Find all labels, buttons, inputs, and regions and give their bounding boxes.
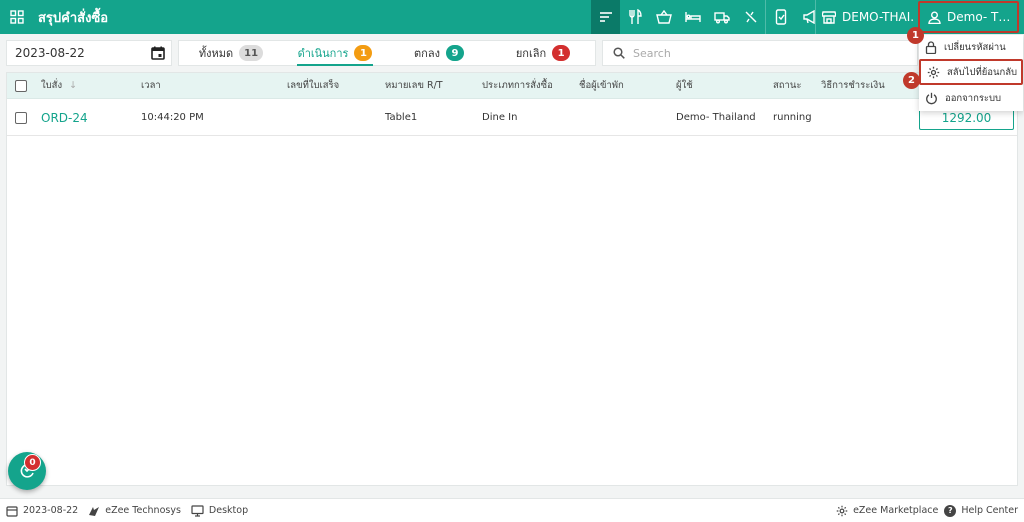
column-order-type: ประเภทการสั่งซื้อ (482, 80, 553, 91)
column-order[interactable]: ใบสั่ง ↓ (41, 73, 77, 99)
top-toolbar (591, 0, 824, 34)
footer-date-text: 2023-08-22 (23, 505, 79, 516)
change-password-item[interactable]: เปลี่ยนรหัสผ่าน (919, 35, 1023, 59)
column-rt-number: หมายเลข R/T (385, 80, 443, 91)
column-payment-method: วิธีการชำระเงิน (821, 80, 885, 91)
company-logo-icon (89, 506, 100, 516)
gear-icon (836, 505, 848, 516)
tab-label: ยกเลิก (515, 47, 547, 60)
footer-company-text: eZee Technosys (105, 505, 181, 516)
footer-bar: 2023-08-22 eZee Technosys Desktop eZee M… (0, 498, 1024, 522)
user-menu-button[interactable]: Demo- Thail... (918, 1, 1019, 33)
footer-device-text: Desktop (208, 505, 249, 516)
help-center-link[interactable]: ? Help Center (944, 504, 1018, 517)
help-icon: ? (944, 504, 957, 517)
gear-icon (927, 66, 940, 78)
store-name: DEMO-THAI... (842, 10, 914, 24)
status-tabs: ทั้งหมด 11 ดำเนินการ 1 ตกลง 9 ยกเลิก 1 (178, 40, 596, 66)
calendar-icon[interactable] (151, 46, 165, 60)
order-number-link[interactable]: ORD-24 (41, 100, 88, 136)
count-badge: 9 (445, 45, 464, 61)
order-status: running (773, 112, 812, 123)
footer-company: eZee Technosys (88, 505, 181, 517)
step-callout-1: 1 (907, 27, 924, 44)
tab-label: ตกลง (414, 47, 440, 60)
tab-running[interactable]: ดำเนินการ 1 (283, 41, 387, 66)
tab-label: ทั้งหมด (198, 47, 234, 60)
search-input[interactable] (633, 46, 893, 60)
rt-number: Table1 (385, 112, 418, 123)
no-charge-icon[interactable] (736, 0, 765, 34)
date-picker[interactable]: 2023-08-22 (6, 40, 172, 66)
column-receipt: เลขที่ใบเสร็จ (287, 80, 340, 91)
marketplace-text: eZee Marketplace (853, 505, 939, 516)
calendar-icon (6, 505, 18, 517)
monitor-icon (191, 504, 204, 517)
count-badge: 1 (552, 45, 571, 61)
marketplace-link[interactable]: eZee Marketplace (836, 505, 938, 517)
tab-label: ดำเนินการ (297, 47, 349, 60)
menu-item-label: ออกจากระบบ (945, 92, 1002, 104)
power-icon (926, 92, 937, 104)
column-status: สถานะ (773, 80, 802, 91)
notification-badge: 0 (24, 454, 41, 471)
user-name: Demo- Thail... (947, 10, 1017, 24)
user-name: Demo- Thailand (676, 112, 756, 123)
tab-cancelled[interactable]: ยกเลิก 1 (491, 41, 595, 65)
bed-icon[interactable] (678, 0, 707, 34)
menu-item-label: เปลี่ยนรหัสผ่าน (944, 41, 1006, 53)
select-all-checkbox[interactable] (15, 80, 27, 92)
search-icon (613, 47, 625, 59)
count-badge: 11 (239, 45, 264, 61)
tab-all[interactable]: ทั้งหมด 11 (179, 41, 283, 65)
table-header: ใบสั่ง ↓ เวลา เลขที่ใบเสร็จ หมายเลข R/T … (7, 73, 1017, 99)
menu-item-label: สลับไปที่ย้อนกลับ (947, 66, 1018, 78)
sort-arrow-icon: ↓ (69, 80, 78, 91)
order-time: 10:44:20 PM (141, 112, 204, 123)
order-type: Dine In (482, 112, 518, 123)
tab-settled[interactable]: ตกลง 9 (387, 41, 491, 65)
date-value: 2023-08-22 (15, 46, 85, 60)
basket-icon[interactable] (649, 0, 678, 34)
logout-item[interactable]: ออกจากระบบ (919, 86, 1023, 110)
apps-grid-icon[interactable] (0, 0, 34, 34)
sort-icon[interactable] (591, 0, 620, 34)
row-checkbox[interactable] (15, 112, 27, 124)
user-dropdown-menu: เปลี่ยนรหัสผ่าน สลับไปที่ย้อนกลับ ออกจาก… (919, 35, 1023, 111)
count-badge: 1 (354, 45, 373, 61)
truck-icon[interactable] (707, 0, 736, 34)
store-icon (822, 10, 836, 24)
order-number: ORD-24 (41, 111, 88, 125)
column-label: ใบสั่ง (41, 80, 63, 91)
top-bar: สรุปคำสั่งซื้อ DEMO-THAI... Demo- Thai (0, 0, 1024, 34)
user-icon (928, 11, 941, 24)
page-title: สรุปคำสั่งซื้อ (38, 10, 109, 26)
footer-device: Desktop (191, 504, 249, 517)
step-callout-2: 2 (903, 72, 920, 89)
search-bar (602, 40, 918, 66)
restaurant-icon[interactable] (620, 0, 649, 34)
orders-table: ใบสั่ง ↓ เวลา เลขที่ใบเสร็จ หมายเลข R/T … (6, 72, 1018, 486)
store-selector[interactable]: DEMO-THAI... (815, 0, 917, 34)
lock-icon (925, 40, 937, 54)
footer-date: 2023-08-22 (6, 505, 78, 517)
help-center-text: Help Center (961, 505, 1018, 516)
phone-order-icon[interactable] (766, 0, 795, 34)
column-time: เวลา (141, 80, 161, 91)
column-guest-name: ชื่อผู้เข้าพัก (579, 80, 624, 91)
table-row[interactable]: ORD-24 10:44:20 PM Table1 Dine In Demo- … (7, 100, 1017, 136)
switch-to-backoffice-item[interactable]: สลับไปที่ย้อนกลับ (919, 59, 1023, 85)
column-user: ผู้ใช้ (676, 80, 693, 91)
